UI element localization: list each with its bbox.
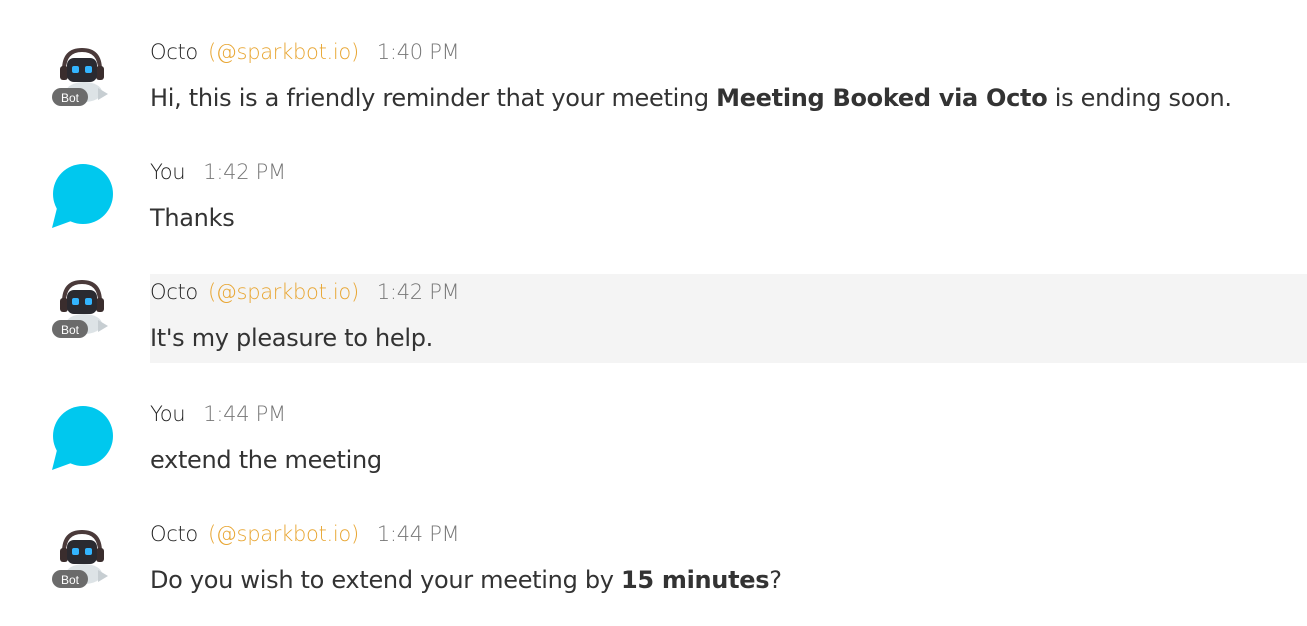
message-timestamp: 1:44 PM xyxy=(376,522,460,546)
message-text: Hi, this is a friendly reminder that you… xyxy=(150,84,1232,112)
message-timestamp: 1:42 PM xyxy=(203,160,286,184)
sender-handle: (@sparkbot.io) xyxy=(207,522,359,546)
message-header: You 1:42 PM xyxy=(150,160,286,184)
message-item[interactable]: Bot Octo (@sparkbot.io) 1:42 PM It's my pl… xyxy=(0,274,1307,363)
message-text: Do you wish to extend your meeting by 15… xyxy=(150,566,782,594)
bot-badge: Bot xyxy=(61,573,80,587)
sender-name[interactable]: You xyxy=(150,160,186,184)
bot-avatar-icon: Bot xyxy=(52,279,108,338)
message-item[interactable]: You 1:42 PM Thanks xyxy=(0,156,1307,245)
sender-name[interactable]: Octo xyxy=(150,40,198,64)
message-text: Thanks xyxy=(150,204,235,232)
bot-badge: Bot xyxy=(61,91,80,105)
message-timestamp: 1:42 PM xyxy=(376,280,460,304)
sender-handle: (@sparkbot.io) xyxy=(207,280,359,304)
bot-avatar-icon: Bot xyxy=(52,47,108,106)
message-timestamp: 1:40 PM xyxy=(376,40,460,64)
sender-name[interactable]: Octo xyxy=(150,280,198,304)
bot-badge: Bot xyxy=(61,323,80,337)
message-item[interactable]: Bot Octo (@sparkbot.io) 1:40 PM Hi, this i… xyxy=(0,36,1307,125)
message-text: extend the meeting xyxy=(150,446,382,474)
bot-avatar-icon: Bot xyxy=(52,529,108,588)
extension-duration: 15 minutes xyxy=(621,566,770,594)
chat-bubble-icon xyxy=(52,164,113,228)
message-timestamp: 1:44 PM xyxy=(203,402,286,426)
message-header: Octo (@sparkbot.io) 1:44 PM xyxy=(150,522,460,546)
message-header: Octo (@sparkbot.io) 1:42 PM xyxy=(150,280,460,304)
meeting-title: Meeting Booked via Octo xyxy=(716,84,1048,112)
sender-name[interactable]: Octo xyxy=(150,522,198,546)
message-item[interactable]: You 1:44 PM extend the meeting xyxy=(0,398,1307,487)
sender-handle: (@sparkbot.io) xyxy=(207,40,359,64)
message-header: You 1:44 PM xyxy=(150,402,286,426)
message-item[interactable]: Bot Octo (@sparkbot.io) 1:44 PM Do you wis… xyxy=(0,518,1307,607)
message-header: Octo (@sparkbot.io) 1:40 PM xyxy=(150,40,460,64)
chat-bubble-icon xyxy=(52,406,113,470)
sender-name[interactable]: You xyxy=(150,402,186,426)
message-text: It's my pleasure to help. xyxy=(150,324,433,352)
